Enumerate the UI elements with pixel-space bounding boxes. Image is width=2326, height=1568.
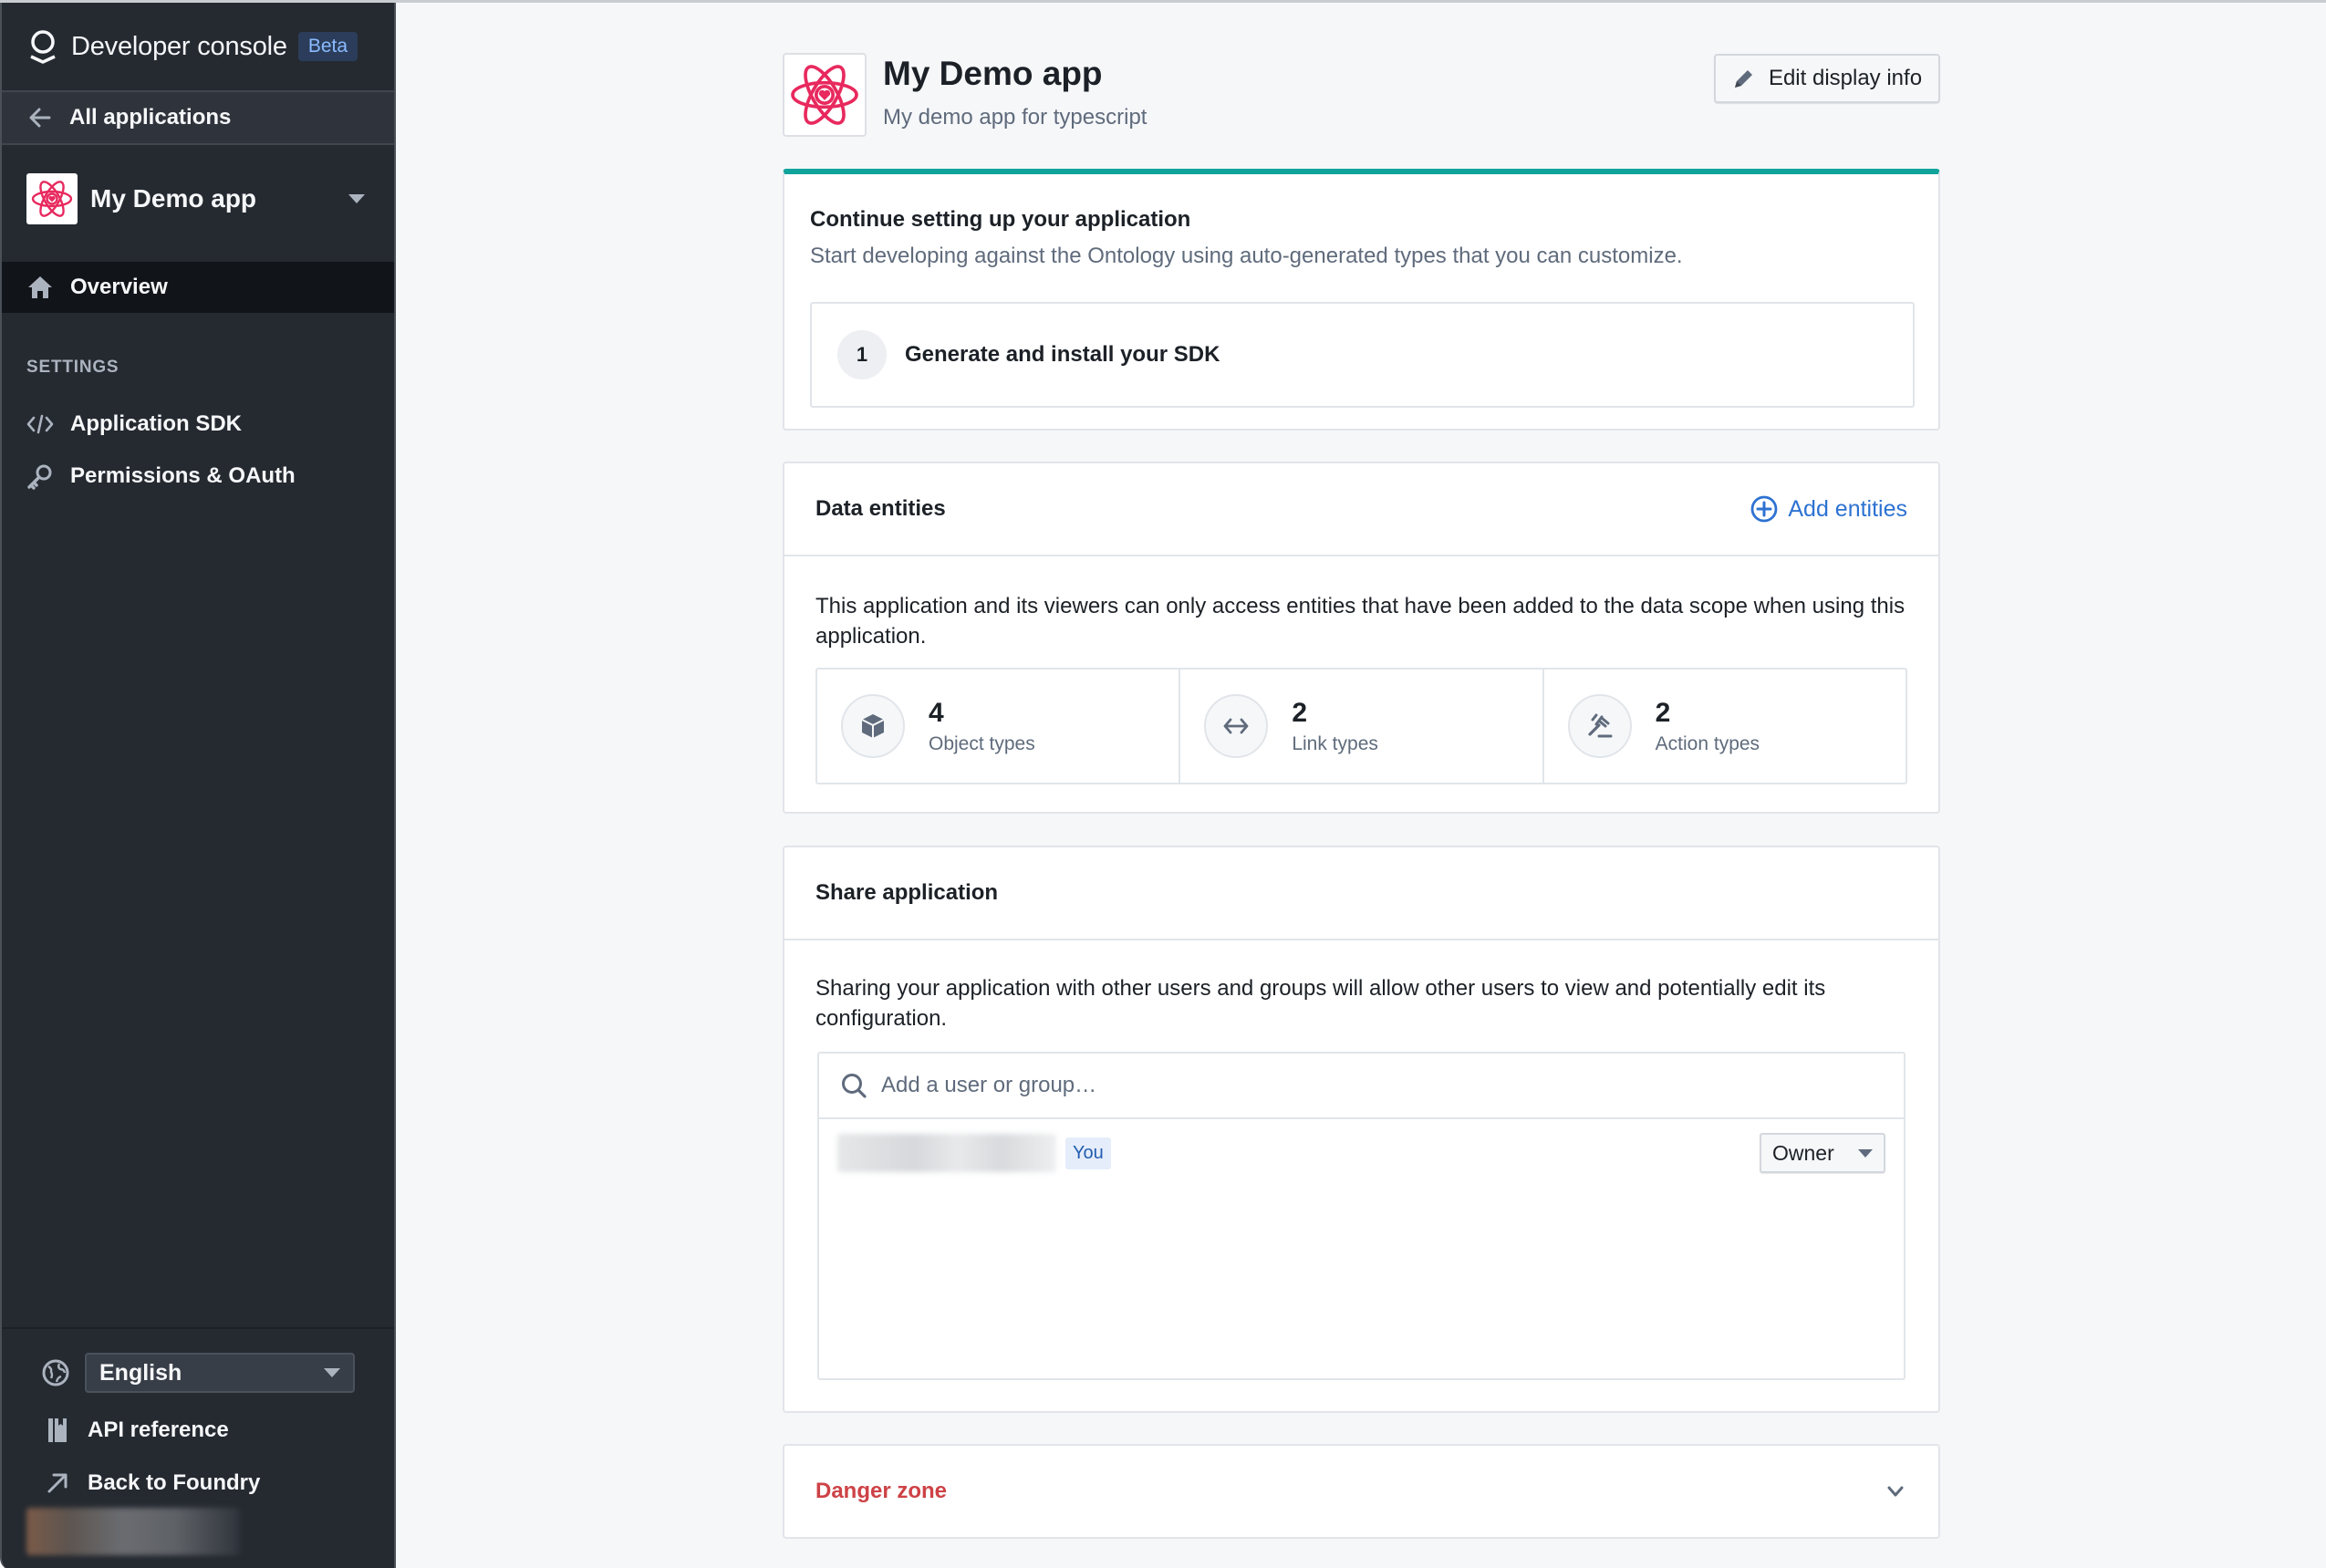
sidebar-item-permissions-oauth[interactable]: Permissions & OAuth <box>2 451 394 502</box>
key-icon <box>26 462 54 490</box>
app-thumbnail <box>26 173 78 224</box>
gavel-icon <box>1588 713 1613 738</box>
member-name-redacted <box>837 1134 1056 1172</box>
data-entities-card: Data entities Add entities This applicat… <box>783 462 1940 814</box>
arrows-horizontal-icon <box>1223 718 1249 734</box>
edit-display-info-button[interactable]: Edit display info <box>1714 54 1940 103</box>
step-label: Generate and install your SDK <box>905 342 1220 367</box>
stat-object-types[interactable]: 4 Object types <box>817 670 1179 783</box>
book-icon <box>45 1417 70 1444</box>
language-selected-value: English <box>99 1359 182 1386</box>
language-select[interactable]: English <box>85 1353 355 1393</box>
app-window: Developer console Beta All applications <box>0 0 2326 1568</box>
member-role-select[interactable]: Owner <box>1760 1133 1885 1173</box>
sidebar: Developer console Beta All applications <box>0 3 396 1568</box>
stat-label: Object types <box>929 733 1035 754</box>
brand-header: Developer console Beta <box>2 3 394 90</box>
cube-icon <box>861 714 885 738</box>
setup-step-generate-sdk[interactable]: 1 Generate and install your SDK <box>810 302 1915 408</box>
api-reference-link[interactable]: API reference <box>45 1412 229 1449</box>
caret-down-icon <box>1858 1148 1873 1158</box>
member-row: You Owner <box>819 1121 1904 1185</box>
user-profile-redacted[interactable] <box>26 1508 240 1555</box>
app-description: My demo app for typescript <box>883 105 1147 130</box>
stat-count: 4 <box>929 698 944 728</box>
share-description: Sharing your application with other user… <box>815 976 1826 1031</box>
edit-display-info-label: Edit display info <box>1768 66 1923 90</box>
stat-count: 2 <box>1292 698 1308 728</box>
api-reference-label: API reference <box>88 1417 229 1442</box>
share-search-row <box>819 1054 1904 1119</box>
share-header: Share application <box>784 847 1938 940</box>
stat-action-types[interactable]: 2 Action types <box>1542 670 1905 783</box>
add-circle-icon <box>1750 495 1778 523</box>
back-to-foundry-link[interactable]: Back to Foundry <box>45 1465 260 1501</box>
atom-heart-icon <box>791 65 858 125</box>
palantir-logo-icon <box>30 30 56 64</box>
sidebar-footer-divider <box>2 1327 394 1329</box>
stat-label: Link types <box>1292 733 1378 754</box>
setup-title: Continue setting up your application <box>810 207 1191 232</box>
all-applications-label: All applications <box>69 105 232 130</box>
sidebar-item-label: Overview <box>70 275 168 299</box>
sidebar-item-label: Permissions & OAuth <box>70 463 296 488</box>
brand-title: Developer console <box>71 31 287 61</box>
danger-zone-header: Danger zone <box>784 1446 1938 1537</box>
sidebar-item-label: Application SDK <box>70 411 243 436</box>
sidebar-item-overview[interactable]: Overview <box>2 262 394 313</box>
data-entities-header: Data entities Add entities <box>784 463 1938 556</box>
add-entities-button[interactable]: Add entities <box>1750 494 1907 524</box>
share-members-box: You Owner <box>817 1052 1905 1380</box>
share-application-card: Share application Sharing your applicati… <box>783 846 1940 1413</box>
step-number: 1 <box>837 330 887 379</box>
danger-zone-title: Danger zone <box>815 1479 948 1503</box>
setup-subtitle: Start developing against the Ontology us… <box>810 244 1683 268</box>
caret-down-icon <box>324 1368 340 1377</box>
arrow-top-right-icon <box>45 1469 70 1497</box>
app-logo <box>783 53 867 137</box>
caret-down-icon <box>348 194 365 203</box>
stat-icon-circle <box>841 694 905 758</box>
stat-count: 2 <box>1655 698 1671 728</box>
entity-stats: 4 Object types 2 Link types 2 Action typ… <box>815 668 1907 784</box>
language-picker: English <box>41 1353 355 1393</box>
back-to-foundry-label: Back to Foundry <box>88 1470 261 1495</box>
stat-icon-circle <box>1204 694 1269 758</box>
home-icon <box>26 274 54 301</box>
all-applications-link[interactable]: All applications <box>2 90 394 145</box>
app-selector[interactable]: My Demo app <box>2 167 394 231</box>
add-user-or-group-input[interactable] <box>881 1058 1904 1113</box>
search-icon <box>842 1074 867 1098</box>
share-title: Share application <box>815 880 999 905</box>
arrow-left-icon <box>29 108 51 128</box>
page-title: My Demo app <box>883 55 1103 92</box>
danger-zone-card[interactable]: Danger zone <box>783 1444 1940 1539</box>
main-content: My Demo app My demo app for typescript E… <box>396 3 2326 1568</box>
data-entities-title: Data entities <box>815 496 946 521</box>
member-role-value: Owner <box>1772 1140 1834 1165</box>
atom-heart-icon <box>31 181 73 217</box>
app-header: My Demo app My demo app for typescript E… <box>783 53 1940 137</box>
stat-icon-circle <box>1567 694 1632 758</box>
stat-link-types[interactable]: 2 Link types <box>1179 670 1542 783</box>
code-icon <box>26 410 54 438</box>
app-selector-label: My Demo app <box>90 184 257 213</box>
stat-label: Action types <box>1655 733 1760 754</box>
setup-card: Continue setting up your application Sta… <box>783 169 1940 431</box>
globe-icon <box>42 1359 69 1386</box>
settings-section-heading: SETTINGS <box>26 358 119 377</box>
beta-badge: Beta <box>297 32 358 61</box>
edit-pencil-icon <box>1734 70 1752 88</box>
sidebar-item-application-sdk[interactable]: Application SDK <box>2 399 394 450</box>
add-entities-label: Add entities <box>1788 495 1907 522</box>
you-badge: You <box>1065 1137 1111 1169</box>
chevron-down-icon <box>1887 1486 1904 1497</box>
data-entities-description: This application and its viewers can onl… <box>815 594 1905 649</box>
